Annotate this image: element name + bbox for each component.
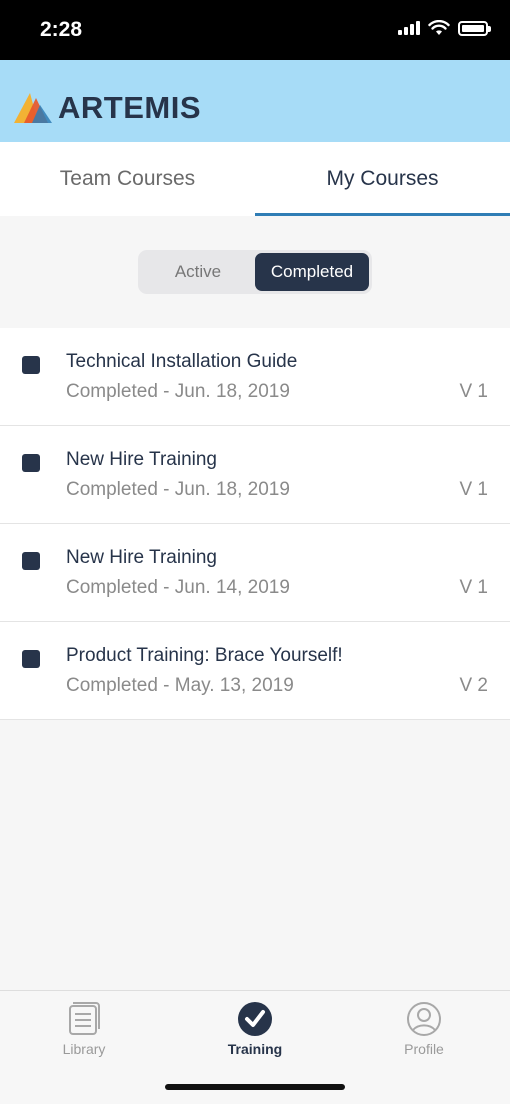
course-list: Technical Installation Guide Completed -… [0, 328, 510, 720]
course-version: V 1 [459, 577, 488, 598]
course-title: Product Training: Brace Yourself! [66, 645, 343, 666]
course-list-item[interactable]: New Hire Training Completed - Jun. 18, 2… [0, 426, 510, 524]
course-status: Completed - Jun. 18, 2019 [66, 381, 290, 402]
logo-triangle-icon [14, 93, 52, 123]
course-list-item[interactable]: New Hire Training Completed - Jun. 14, 2… [0, 524, 510, 622]
course-list-item[interactable]: Technical Installation Guide Completed -… [0, 328, 510, 426]
tab-my-courses[interactable]: My Courses [255, 142, 510, 216]
course-title: Technical Installation Guide [66, 351, 298, 372]
cellular-signal-icon [398, 21, 420, 35]
nav-library-label: Library [62, 1041, 106, 1057]
course-bullet-icon [22, 454, 40, 472]
tab-team-courses[interactable]: Team Courses [0, 142, 255, 216]
logo-text: ARTEMIS [58, 90, 201, 125]
wifi-icon [428, 20, 450, 35]
filter-active-button[interactable]: Active [141, 253, 255, 291]
nav-profile[interactable]: Profile [364, 1001, 484, 1057]
nav-training-label: Training [227, 1041, 283, 1057]
nav-profile-label: Profile [404, 1041, 444, 1057]
nav-training[interactable]: Training [195, 1001, 315, 1057]
artemis-logo: ARTEMIS [14, 90, 201, 126]
course-bullet-icon [22, 650, 40, 668]
course-tabs: Team Courses My Courses [0, 142, 510, 216]
course-bullet-icon [22, 552, 40, 570]
home-indicator[interactable] [165, 1084, 345, 1090]
app-header: ARTEMIS [0, 60, 510, 142]
status-bar: 2:28 [0, 0, 510, 60]
battery-icon [458, 20, 491, 36]
course-status: Completed - Jun. 18, 2019 [66, 479, 290, 500]
course-version: V 1 [459, 381, 488, 402]
course-title: New Hire Training [66, 449, 217, 470]
status-filter-segmented-control: Active Completed [138, 250, 372, 294]
course-status: Completed - Jun. 14, 2019 [66, 577, 290, 598]
course-version: V 1 [459, 479, 488, 500]
course-status: Completed - May. 13, 2019 [66, 675, 294, 696]
course-title: New Hire Training [66, 547, 217, 568]
status-time: 2:28 [40, 18, 83, 41]
course-bullet-icon [22, 356, 40, 374]
course-version: V 2 [459, 675, 488, 696]
nav-library[interactable]: Library [24, 1001, 144, 1057]
status-icons [398, 20, 491, 36]
library-icon [69, 1002, 100, 1035]
profile-icon [407, 1002, 441, 1036]
filter-completed-button[interactable]: Completed [255, 253, 369, 291]
checkmark-circle-icon [238, 1002, 272, 1036]
course-list-item[interactable]: Product Training: Brace Yourself! Comple… [0, 622, 510, 720]
